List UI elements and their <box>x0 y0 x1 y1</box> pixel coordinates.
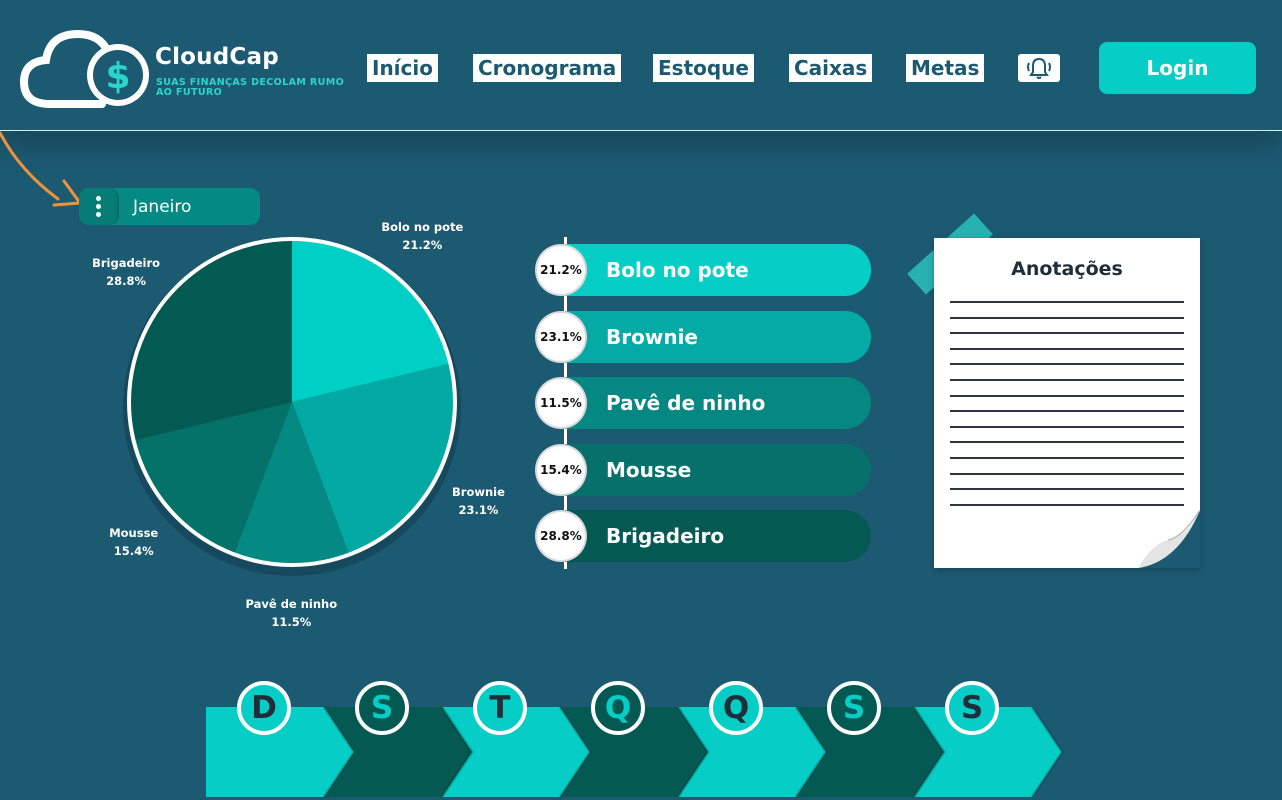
day-circle-4[interactable]: Q <box>709 681 763 735</box>
day-circle-0[interactable]: D <box>237 681 291 735</box>
day-circle-5[interactable]: S <box>827 681 881 735</box>
day-circle-1[interactable]: S <box>355 681 409 735</box>
day-circle-6[interactable]: S <box>945 681 999 735</box>
day-circle-3[interactable]: Q <box>591 681 645 735</box>
week-timeline <box>206 706 1064 798</box>
day-circle-2[interactable]: T <box>473 681 527 735</box>
